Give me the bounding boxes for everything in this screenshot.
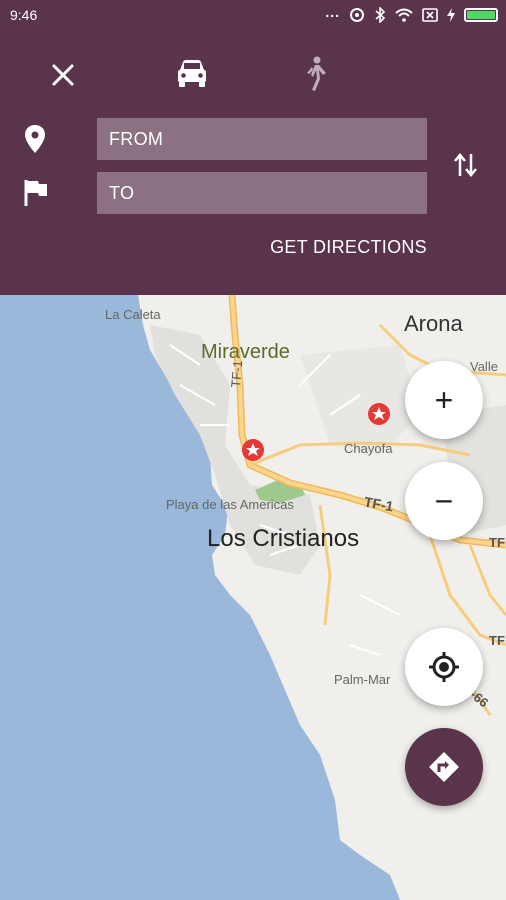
road-label-tf1-vertical: TF-1 <box>228 359 246 389</box>
status-bar: 9:46 ... <box>0 0 506 30</box>
status-time: 9:46 <box>10 7 38 23</box>
road-label-tf-edge-1: TF <box>489 535 505 550</box>
road-label-tf-edge-2: TF <box>489 633 505 648</box>
zoom-in-button[interactable]: + <box>405 361 483 439</box>
from-field[interactable]: FROM <box>97 118 427 160</box>
crosshair-icon <box>429 652 459 682</box>
map-label-playa: Playa de las Americas <box>166 497 294 512</box>
plus-icon: + <box>434 382 454 418</box>
to-field[interactable]: TO <box>97 172 427 214</box>
poi-marker-1 <box>368 403 390 425</box>
car-icon <box>178 60 206 87</box>
close-icon <box>52 64 74 86</box>
map-label-miraverde: Miraverde <box>201 341 290 363</box>
close-button[interactable] <box>48 60 78 90</box>
battery-icon <box>464 8 498 22</box>
map-label-los-cristianos: Los Cristianos <box>207 525 360 552</box>
directions-turn-icon <box>429 752 459 782</box>
directions-header: FROM TO GET DIRECTIONS <box>0 30 506 295</box>
flag-icon <box>24 178 50 208</box>
map-label-valle: Valle <box>470 359 498 374</box>
location-pin-icon <box>23 124 49 154</box>
my-location-button[interactable] <box>405 628 483 706</box>
map-label-arona: Arona <box>404 311 463 336</box>
get-directions-button[interactable]: GET DIRECTIONS <box>270 237 427 258</box>
poi-marker-2 <box>242 439 264 461</box>
zoom-out-button[interactable]: − <box>405 462 483 540</box>
wifi-icon <box>395 8 413 22</box>
charging-icon <box>447 8 455 22</box>
swap-vertical-icon <box>454 153 477 177</box>
status-icons: ... <box>325 4 498 24</box>
directions-button[interactable] <box>405 728 483 806</box>
walk-icon <box>307 56 326 91</box>
swap-button[interactable] <box>452 150 480 180</box>
more-dots-icon: ... <box>325 4 340 20</box>
minus-icon: − <box>434 483 454 519</box>
map-label-palm-mar: Palm-Mar <box>334 672 391 687</box>
no-sim-icon <box>422 8 438 22</box>
map-label-chayofa: Chayofa <box>344 441 393 456</box>
sync-icon <box>350 8 364 22</box>
bluetooth-icon <box>375 7 386 23</box>
car-mode-button[interactable] <box>175 58 209 90</box>
map-label-la-caleta: La Caleta <box>105 307 161 322</box>
walk-mode-button[interactable] <box>300 56 330 92</box>
